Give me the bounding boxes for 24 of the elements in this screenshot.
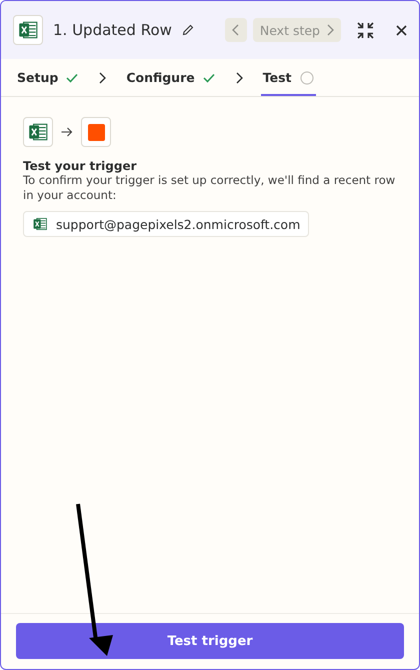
collapse-icon xyxy=(357,22,374,38)
chevron-icon xyxy=(234,72,243,84)
account-chip[interactable]: support@pagepixels2.onmicrosoft.com xyxy=(23,211,310,237)
spreadsheet-icon xyxy=(32,216,48,232)
step-tab[interactable]: Configure xyxy=(124,59,217,96)
pencil-icon[interactable] xyxy=(182,24,194,36)
check-icon xyxy=(202,72,215,82)
step-title: 1. Updated Row xyxy=(53,21,172,39)
chevron-icon xyxy=(98,72,106,84)
arrow-icon xyxy=(61,127,73,137)
description: To confirm your trigger is set up correctly, we'll find a recent row in your account: xyxy=(23,173,396,203)
collapse-button[interactable] xyxy=(357,22,374,38)
step-tab[interactable]: Test xyxy=(260,59,316,96)
account-email: support@pagepixels2.onmicrosoft.com xyxy=(56,216,300,232)
section-heading: Test your trigger xyxy=(23,159,138,173)
close-button[interactable] xyxy=(396,24,407,36)
chevron-icon xyxy=(326,24,334,36)
test-trigger-button[interactable]: Test trigger xyxy=(16,623,404,659)
close-icon xyxy=(396,24,407,36)
step-tab[interactable]: Setup xyxy=(15,59,80,96)
check-icon xyxy=(66,72,78,82)
chevron-icon xyxy=(232,24,240,36)
circle-icon xyxy=(300,70,314,84)
square-icon xyxy=(88,124,104,140)
